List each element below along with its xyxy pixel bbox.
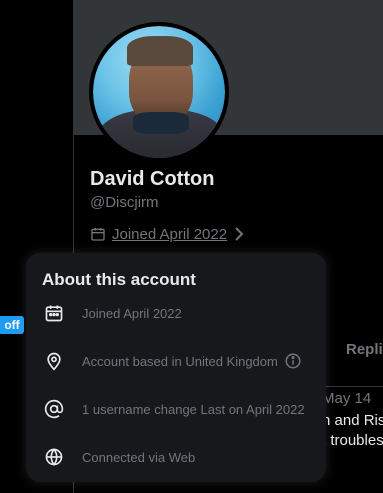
popup-row-text: Joined April 2022 bbox=[82, 305, 182, 321]
avatar-scarf-shape bbox=[133, 112, 189, 134]
info-icon[interactable] bbox=[284, 352, 302, 370]
avatar-photo bbox=[93, 26, 225, 158]
chevron-right-icon bbox=[233, 226, 245, 242]
profile-avatar[interactable] bbox=[89, 22, 229, 162]
avatar-beanie-shape bbox=[127, 36, 193, 66]
tab-replies[interactable]: Replie bbox=[346, 341, 383, 358]
popup-row-joined: Joined April 2022 bbox=[42, 301, 182, 325]
post-text-line-1: n and Ris bbox=[322, 412, 383, 429]
joined-date-link[interactable]: Joined April 2022 bbox=[90, 224, 245, 244]
calendar-icon bbox=[42, 301, 66, 325]
joined-date-text: Joined April 2022 bbox=[112, 225, 228, 243]
popup-row-username: 1 username change Last on April 2022 bbox=[42, 397, 305, 421]
location-pin-icon bbox=[42, 349, 66, 373]
profile-name: David Cotton bbox=[90, 168, 215, 190]
globe-icon bbox=[42, 445, 66, 469]
popup-row-connection: Connected via Web bbox=[42, 445, 195, 469]
popup-row-location: Account based in United Kingdom bbox=[42, 349, 302, 373]
popup-title: About this account bbox=[42, 270, 196, 289]
about-account-popup: About this account Joined April 2022 Acc… bbox=[26, 253, 326, 482]
popup-row-text: Account based in United Kingdom bbox=[82, 353, 278, 369]
profile-handle: @Discjirm bbox=[90, 194, 159, 211]
post-text-line-2: t troubles bbox=[322, 432, 383, 449]
at-sign-icon bbox=[42, 397, 66, 421]
popup-row-text: Connected via Web bbox=[82, 449, 196, 465]
post-date[interactable]: May 14 bbox=[322, 390, 371, 407]
calendar-icon bbox=[90, 226, 106, 242]
off-badge[interactable]: off bbox=[0, 316, 24, 334]
popup-row-text: 1 username change Last on April 2022 bbox=[82, 401, 305, 417]
